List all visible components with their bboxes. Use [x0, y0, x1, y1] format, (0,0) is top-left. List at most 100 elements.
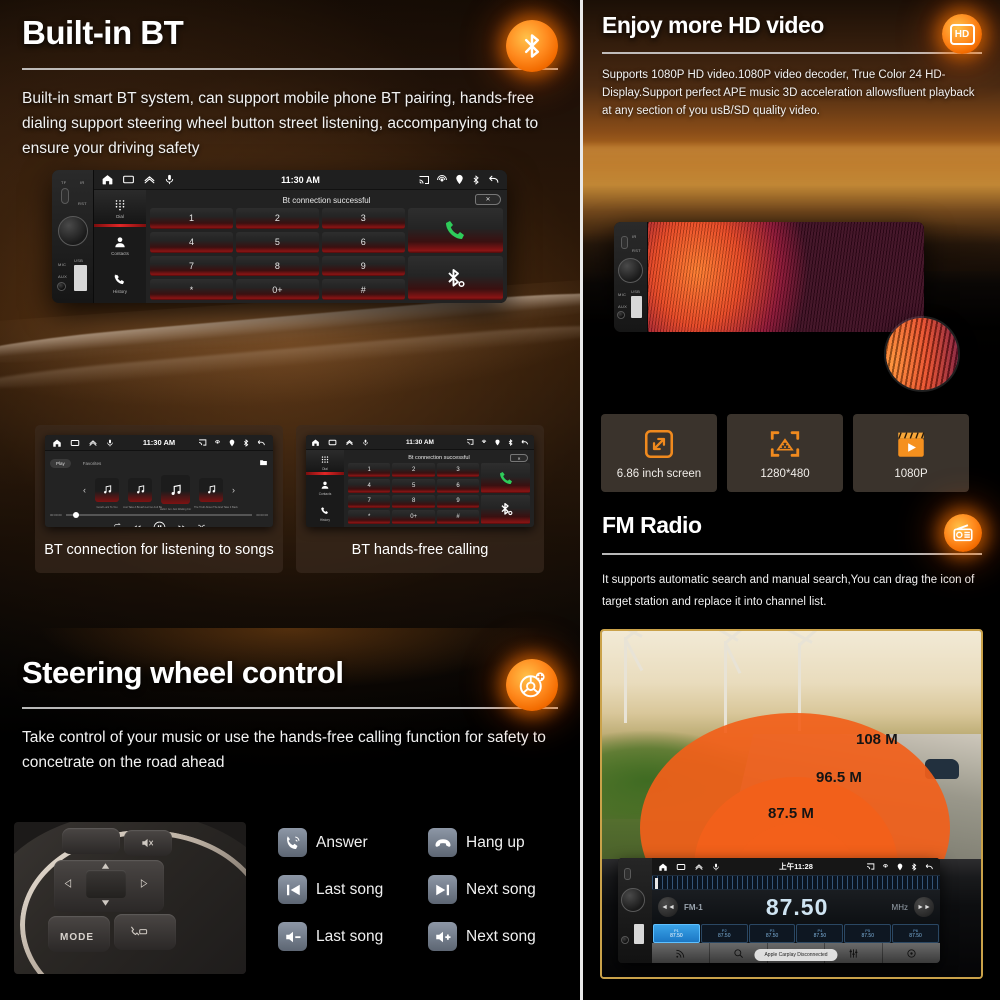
keypad-key[interactable]: 6 [436, 478, 480, 493]
status-bar: 11:30 AM [45, 435, 273, 451]
keypad-key[interactable]: 3 [321, 208, 405, 229]
status-bar: 上午11:28 [652, 858, 940, 875]
keypad-key[interactable]: 2 [235, 208, 319, 229]
backspace-icon[interactable]: ✕ [475, 194, 501, 205]
keypad-icon [321, 456, 329, 463]
keypad-key[interactable]: 7 [348, 494, 391, 509]
carousel-prev-icon[interactable]: ‹ [83, 485, 86, 495]
sidebar-item-history[interactable]: History [306, 501, 344, 526]
tuning-marker[interactable] [655, 878, 658, 889]
wheel-rocker-switch[interactable] [86, 870, 126, 898]
preset-button[interactable]: P3 87.50 [748, 924, 796, 943]
handsfree-dialer-screen: 11:30 AM Dial Contacts History Bt connec… [306, 435, 534, 527]
keypad-key[interactable]: 5 [392, 478, 435, 493]
progress-handle[interactable] [73, 512, 80, 519]
keypad-key[interactable]: * [348, 510, 391, 524]
contact-icon [321, 481, 329, 489]
location-icon [229, 439, 235, 446]
volume-knob[interactable] [618, 258, 643, 283]
keypad-key[interactable]: 6 [321, 231, 405, 253]
keypad-key[interactable]: 5 [235, 231, 319, 253]
fast-forward-icon[interactable]: ►► [914, 897, 934, 917]
status-bar-left-icons [52, 438, 114, 448]
album-art-tile[interactable]: The Truth About The End Take It Back [194, 477, 238, 509]
status-bar-right-icons [466, 438, 529, 447]
keypad-key[interactable]: 1 [150, 208, 233, 229]
bluetooth-settings-button[interactable] [407, 255, 503, 300]
up-arrow-icon [101, 863, 110, 869]
volume-knob[interactable] [621, 888, 645, 912]
playback-progress[interactable]: 00:00:00 00:00:00 [50, 512, 268, 519]
dialer-main: Bt connection successful ✕ 1 2 3 4 5 6 7… [344, 450, 534, 527]
sidebar-item-history[interactable]: History [94, 265, 146, 302]
preset-button[interactable]: P1 87.50 [653, 924, 700, 943]
preset-button[interactable]: P2 87.50 [700, 924, 748, 943]
album-art-tile-active[interactable]: Hello I Am Just Waiting For [160, 475, 191, 511]
tab-play[interactable]: Play [50, 458, 71, 468]
rewind-icon[interactable]: ◄◄ [658, 897, 678, 917]
usb-port[interactable] [74, 265, 87, 291]
aux-jack[interactable] [621, 936, 629, 944]
tf-card-slot[interactable] [621, 236, 628, 249]
volume-knob[interactable] [58, 216, 88, 246]
call-button[interactable] [481, 463, 530, 493]
aux-jack[interactable] [617, 311, 625, 319]
preset-button[interactable]: P5 87.50 [844, 924, 892, 943]
keypad-key[interactable]: 4 [348, 478, 391, 493]
keypad-key[interactable]: 8 [392, 494, 435, 509]
shuffle-icon [197, 524, 205, 527]
keypad-key[interactable]: # [321, 279, 405, 300]
home-icon [659, 863, 667, 871]
video-wallpaper-screen [648, 222, 924, 332]
keypad-key[interactable]: 8 [235, 255, 319, 277]
keypad-key[interactable]: # [436, 510, 480, 524]
wheel-button-media[interactable] [62, 828, 120, 854]
sidebar-item-contacts[interactable]: Contacts [306, 475, 344, 500]
album-art-tile[interactable]: Just Take A Breath Let Go And Be [123, 477, 162, 509]
preset-button[interactable]: P4 87.50 [796, 924, 844, 943]
frequency-scale[interactable] [652, 875, 940, 890]
settings-icon[interactable] [883, 943, 940, 963]
usb-port[interactable] [631, 296, 642, 318]
tab-favorites[interactable]: Favorites [77, 459, 108, 468]
keypad-key[interactable]: 0+ [392, 510, 435, 524]
keypad-key[interactable]: 9 [321, 255, 405, 277]
radio-wave-icon[interactable] [652, 943, 710, 963]
bt-feature-cards: 11:30 AM Play Favorites ‹ Good Luck To Y… [35, 425, 545, 573]
wifi-icon [215, 440, 220, 444]
dialer-keypad: 1 2 3 4 5 6 7 8 9 * 0+ # [150, 208, 503, 300]
sidebar-item-dial[interactable]: Dial [306, 450, 344, 476]
carousel-next-icon[interactable]: › [232, 485, 235, 495]
backspace-icon[interactable]: ✕ [510, 454, 528, 462]
keypad-key[interactable]: 2 [392, 463, 435, 477]
bluetooth-settings-icon [448, 268, 465, 287]
folder-icon[interactable] [259, 454, 268, 472]
keypad-key[interactable]: 0+ [235, 279, 319, 300]
keypad-key[interactable]: 3 [436, 463, 480, 477]
keypad-key[interactable]: 7 [150, 255, 233, 277]
legend-item-next-track: Next song [428, 875, 568, 904]
apps-icon [70, 439, 80, 446]
sidebar-item-contacts[interactable]: Contacts [94, 227, 146, 264]
usb-port[interactable] [634, 924, 644, 944]
legend-label: Next song [466, 880, 536, 898]
keypad-key[interactable]: * [150, 279, 233, 300]
apps-icon [676, 863, 686, 870]
keypad-key[interactable]: 4 [150, 231, 233, 253]
wave-line-texture [648, 222, 924, 332]
progress-bar[interactable] [65, 512, 253, 519]
legend-label: Next song [466, 927, 536, 945]
frequency-display: 87.50 [765, 893, 829, 920]
keypad-key[interactable]: 1 [348, 463, 391, 477]
aux-jack[interactable] [57, 282, 66, 291]
bluetooth-settings-button[interactable] [481, 494, 530, 524]
sidebar-item-dial[interactable]: Dial [94, 190, 146, 228]
preset-button[interactable]: P6 87.50 [892, 924, 939, 943]
album-art-tile[interactable]: Good Luck To You [95, 477, 119, 509]
tf-card-slot[interactable] [624, 868, 631, 880]
keypad-key[interactable]: 9 [436, 494, 480, 509]
call-button[interactable] [407, 208, 503, 253]
page-title: Built-in BT [22, 14, 184, 51]
mic-icon [165, 174, 174, 185]
tf-card-slot[interactable] [61, 188, 69, 204]
